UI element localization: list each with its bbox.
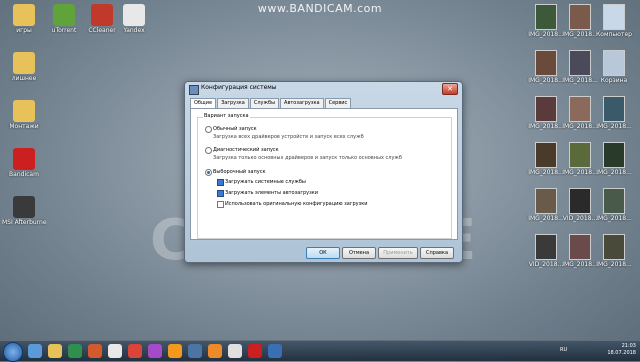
start-button[interactable] bbox=[3, 342, 23, 362]
load-system-services-label[interactable]: Загружать системные службы bbox=[225, 179, 306, 185]
normal-startup-label[interactable]: Обычный запуск bbox=[213, 126, 257, 132]
desktop-icon-image bbox=[569, 50, 591, 76]
avast-icon[interactable] bbox=[208, 344, 222, 358]
language-indicator[interactable]: RU bbox=[560, 347, 567, 353]
desktop-icon-label: Монтажи bbox=[9, 123, 39, 130]
help-button[interactable]: Справка bbox=[420, 247, 454, 259]
desktop-icon-image bbox=[603, 96, 625, 122]
bandicam-taskbar-icon[interactable] bbox=[248, 344, 262, 358]
desktop-icon-image bbox=[13, 52, 35, 74]
dialog-title: Конфигурация системы bbox=[201, 84, 277, 91]
desktop-icon[interactable]: Yandex bbox=[112, 4, 156, 34]
yandex-icon[interactable] bbox=[108, 344, 122, 358]
desktop-icon-label: Yandex bbox=[123, 27, 145, 34]
desktop-icon-image bbox=[603, 142, 625, 168]
desktop-icon-label: Корзина bbox=[600, 77, 628, 84]
desktop-icon-image bbox=[13, 4, 35, 26]
clock-date: 18.07.2018 bbox=[607, 350, 636, 356]
load-startup-items-label[interactable]: Загружать элементы автозагрузки bbox=[225, 190, 318, 196]
desktop-icon[interactable]: Bandicam bbox=[2, 148, 46, 178]
desktop-icon-image bbox=[603, 4, 625, 30]
yandex-browser-icon[interactable] bbox=[228, 344, 242, 358]
clock-time: 21:03 bbox=[621, 343, 636, 349]
desktop-icon-image bbox=[569, 96, 591, 122]
desktop-icon-image bbox=[569, 4, 591, 30]
tab-services[interactable]: Службы bbox=[249, 98, 280, 108]
desktop-icon[interactable]: IMG_2018... bbox=[592, 96, 636, 130]
diagnostic-startup-radio[interactable] bbox=[205, 147, 212, 154]
apply-button[interactable]: Применить bbox=[378, 247, 418, 259]
desktop-icon-image bbox=[535, 96, 557, 122]
general-tab-panel: Вариант запуска Обычный запуск Загрузка … bbox=[190, 108, 458, 240]
desktop-icon[interactable]: Компьютер bbox=[592, 4, 636, 38]
desktop-icon[interactable]: Монтажи bbox=[2, 100, 46, 130]
selective-startup-radio[interactable] bbox=[205, 169, 212, 176]
desktop-icon-label: IMG_2018... bbox=[596, 261, 632, 268]
desktop-icon-image bbox=[535, 142, 557, 168]
explorer-icon[interactable] bbox=[28, 344, 42, 358]
tray-clock[interactable]: 21:03 18.07.2018 bbox=[607, 343, 636, 357]
instagram-icon[interactable] bbox=[148, 344, 162, 358]
tab-tools[interactable]: Сервис bbox=[324, 98, 352, 108]
desktop-icon-label: игры bbox=[16, 27, 32, 34]
chrome-icon[interactable] bbox=[128, 344, 142, 358]
desktop-icon-label: IMG_2018... bbox=[596, 123, 632, 130]
desktop-icon-image bbox=[535, 4, 557, 30]
desktop-icon[interactable]: игры bbox=[2, 4, 46, 34]
cancel-button[interactable]: Отмена bbox=[342, 247, 376, 259]
google-drive-icon[interactable] bbox=[68, 344, 82, 358]
desktop-icon-image bbox=[13, 196, 35, 218]
desktop-icon-image bbox=[535, 234, 557, 260]
desktop-icon-label: IMG_2018... bbox=[596, 169, 632, 176]
desktop-icon-image bbox=[13, 148, 35, 170]
desktop-icon-image bbox=[569, 234, 591, 260]
normal-startup-radio[interactable] bbox=[205, 126, 212, 133]
desktop-icon-image bbox=[569, 188, 591, 214]
desktop-icon-label: Компьютер bbox=[596, 31, 632, 38]
desktop-icon[interactable]: Корзина bbox=[592, 50, 636, 84]
odnoklassniki-icon[interactable] bbox=[168, 344, 182, 358]
desktop-icon-image bbox=[13, 100, 35, 122]
taskbar: RU 21:03 18.07.2018 bbox=[0, 340, 640, 362]
msconfig-icon bbox=[189, 85, 199, 95]
diagnostic-startup-desc: Загрузка только основных драйверов и зап… bbox=[213, 155, 402, 161]
desktop-icon-label: MSI Afterburner bbox=[2, 219, 46, 226]
desktop-icon-image bbox=[603, 234, 625, 260]
tab-boot[interactable]: Загрузка bbox=[217, 98, 249, 108]
desktop-icon-label: IMG_2018... bbox=[596, 215, 632, 222]
diagnostic-startup-label[interactable]: Диагностический запуск bbox=[213, 147, 279, 153]
desktop-icon[interactable]: MSI Afterburner bbox=[2, 196, 46, 226]
use-original-boot-config-checkbox[interactable] bbox=[217, 201, 224, 208]
dialog-titlebar[interactable]: Конфигурация системы ✕ bbox=[185, 82, 462, 96]
system-config-dialog: Конфигурация системы ✕ Общие Загрузка Сл… bbox=[184, 81, 463, 263]
tab-startup[interactable]: Автозагрузка bbox=[280, 98, 324, 108]
desktop-icon-image bbox=[603, 50, 625, 76]
folder-icon[interactable] bbox=[48, 344, 62, 358]
load-system-services-checkbox[interactable] bbox=[217, 179, 224, 186]
desktop-icon[interactable]: IMG_2018... bbox=[592, 142, 636, 176]
desktop-icon-image bbox=[603, 188, 625, 214]
selective-startup-label[interactable]: Выборочный запуск bbox=[213, 169, 265, 175]
desktop-icon-image bbox=[91, 4, 113, 26]
close-button[interactable]: ✕ bbox=[442, 83, 458, 95]
normal-startup-desc: Загрузка всех драйверов устройств и запу… bbox=[213, 134, 364, 140]
load-startup-items-checkbox[interactable] bbox=[217, 190, 224, 197]
use-original-boot-config-label[interactable]: Использовать оригинальную конфигурацию з… bbox=[225, 201, 368, 207]
desktop-icon[interactable]: IMG_2018... bbox=[592, 234, 636, 268]
firefox-icon[interactable] bbox=[88, 344, 102, 358]
dialog-tabs: Общие Загрузка Службы Автозагрузка Серви… bbox=[190, 98, 352, 109]
desktop-icon-image bbox=[535, 188, 557, 214]
desktop-icon-image bbox=[123, 4, 145, 26]
desktop-icon[interactable]: лишнее bbox=[2, 52, 46, 82]
desktop-icon-label: Bandicam bbox=[9, 171, 39, 178]
desktop-icon-label: лишнее bbox=[11, 75, 37, 82]
vk-icon[interactable] bbox=[188, 344, 202, 358]
msconfig-taskbar-icon[interactable] bbox=[268, 344, 282, 358]
desktop-icon-image bbox=[53, 4, 75, 26]
desktop-icon-image bbox=[535, 50, 557, 76]
group-title: Вариант запуска bbox=[203, 113, 250, 119]
desktop-icon[interactable]: IMG_2018... bbox=[592, 188, 636, 222]
desktop-icon-image bbox=[569, 142, 591, 168]
ok-button[interactable]: ОК bbox=[306, 247, 340, 259]
